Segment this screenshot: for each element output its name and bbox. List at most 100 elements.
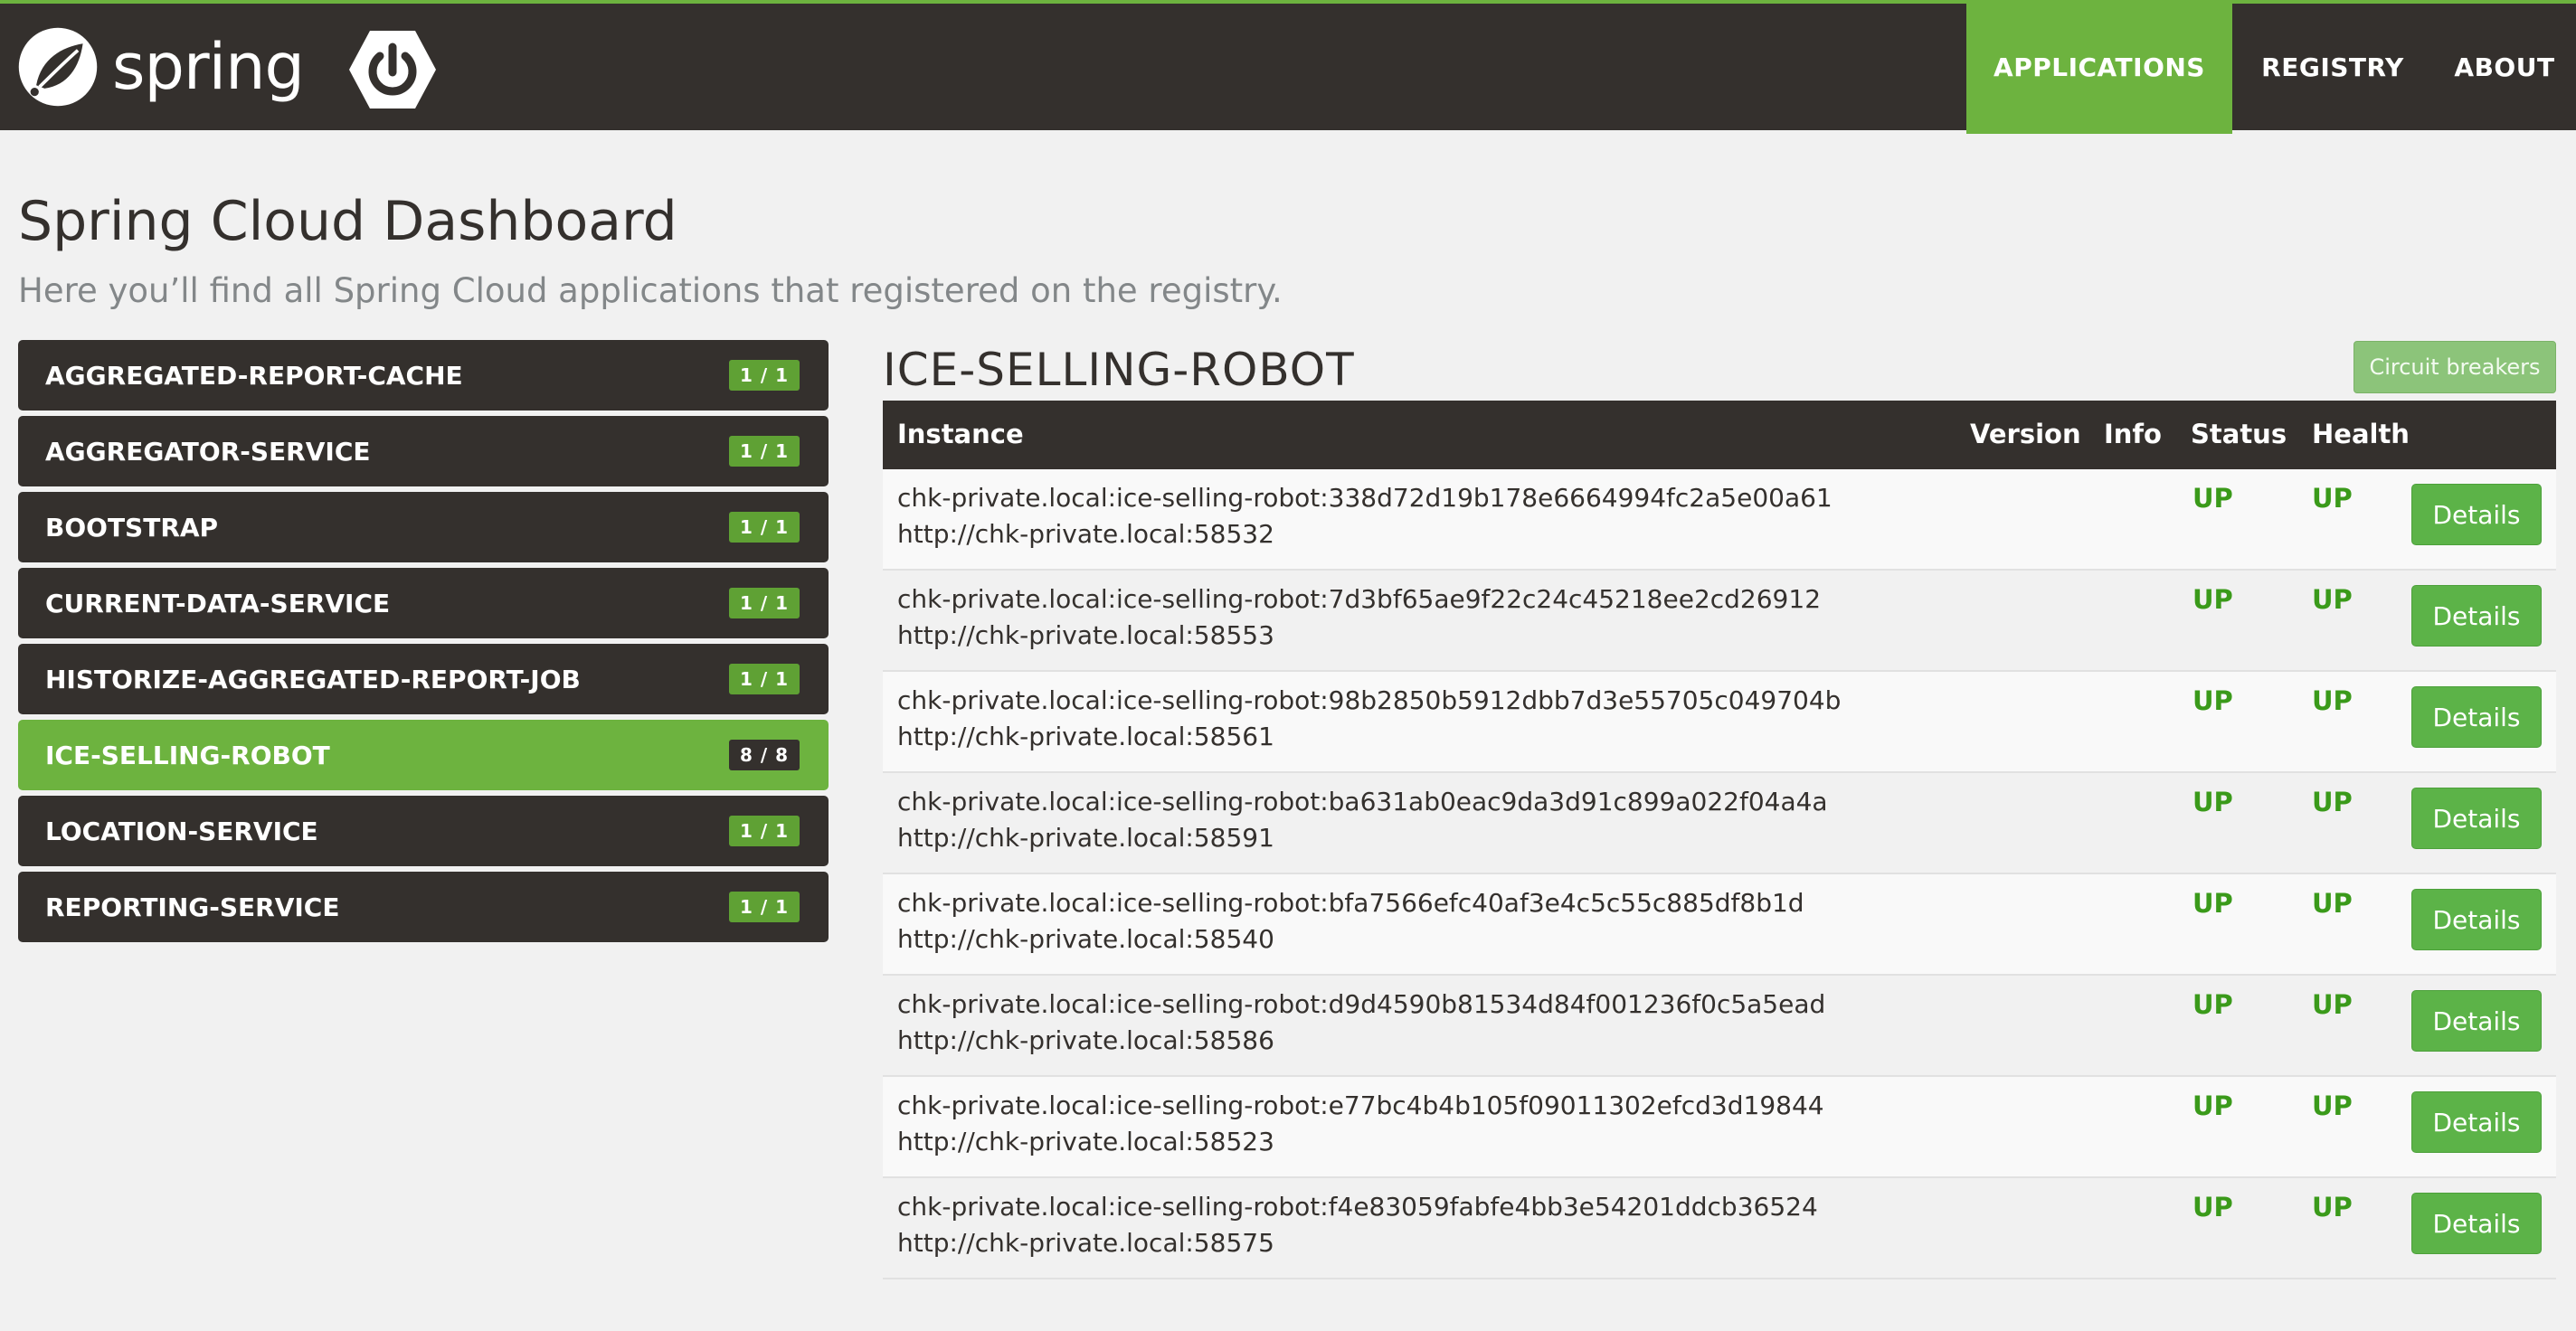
instance-count-badge: 1 / 1 xyxy=(728,360,800,391)
status-value: UP xyxy=(2192,888,2233,919)
app-item-reporting-service[interactable]: REPORTING-SERVICE 1 / 1 xyxy=(18,872,829,942)
instance-url: http://chk-private.local:58591 xyxy=(897,823,1274,853)
instance-id: chk-private.local:ice-selling-robot:ba63… xyxy=(897,787,1828,817)
instance-cell: chk-private.local:ice-selling-robot:e77b… xyxy=(897,1088,1824,1160)
instance-count-badge: 1 / 1 xyxy=(728,512,800,543)
instance-count-badge: 1 / 1 xyxy=(728,892,800,922)
instance-id: chk-private.local:ice-selling-robot:f4e8… xyxy=(897,1192,1818,1222)
status-value: UP xyxy=(2192,989,2233,1020)
health-value: UP xyxy=(2312,483,2353,514)
app-item-bootstrap[interactable]: BOOTSTRAP 1 / 1 xyxy=(18,492,829,562)
status-value: UP xyxy=(2192,1090,2233,1121)
instance-cell: chk-private.local:ice-selling-robot:338d… xyxy=(897,480,1833,552)
instance-cell: chk-private.local:ice-selling-robot:d9d4… xyxy=(897,986,1825,1059)
details-button[interactable]: Details xyxy=(2411,686,2542,748)
app-name: BOOTSTRAP xyxy=(45,512,219,543)
column-info: Info xyxy=(2104,419,2162,449)
app-item-aggregated-report-cache[interactable]: AGGREGATED-REPORT-CACHE 1 / 1 xyxy=(18,340,829,411)
instance-count-badge: 1 / 1 xyxy=(728,664,800,694)
app-item-current-data-service[interactable]: CURRENT-DATA-SERVICE 1 / 1 xyxy=(18,568,829,638)
power-icon[interactable] xyxy=(347,29,438,110)
instance-id: chk-private.local:ice-selling-robot:338d… xyxy=(897,483,1833,513)
brand-text: spring xyxy=(112,30,305,104)
instance-cell: chk-private.local:ice-selling-robot:bfa7… xyxy=(897,885,1804,958)
instance-count-badge: 1 / 1 xyxy=(728,588,800,618)
spring-leaf-icon xyxy=(18,27,98,107)
brand-logo[interactable]: spring xyxy=(16,25,305,109)
instance-id: chk-private.local:ice-selling-robot:bfa7… xyxy=(897,888,1804,918)
column-instance: Instance xyxy=(897,419,1024,449)
instance-id: chk-private.local:ice-selling-robot:d9d4… xyxy=(897,989,1826,1019)
instance-url: http://chk-private.local:58561 xyxy=(897,722,1274,751)
app-item-location-service[interactable]: LOCATION-SERVICE 1 / 1 xyxy=(18,796,829,866)
table-row: chk-private.local:ice-selling-robot:f4e8… xyxy=(883,1178,2556,1279)
details-button[interactable]: Details xyxy=(2411,788,2542,849)
instance-cell: chk-private.local:ice-selling-robot:98b2… xyxy=(897,683,1841,755)
details-button[interactable]: Details xyxy=(2411,1193,2542,1254)
status-value: UP xyxy=(2192,483,2233,514)
health-value: UP xyxy=(2312,888,2353,919)
app-name: ICE-SELLING-ROBOT xyxy=(45,740,330,770)
table-header: Instance Version Info Status Health xyxy=(883,401,2556,469)
app-name: AGGREGATED-REPORT-CACHE xyxy=(45,360,463,391)
table-row: chk-private.local:ice-selling-robot:d9d4… xyxy=(883,976,2556,1077)
status-value: UP xyxy=(2192,584,2233,615)
instance-url: http://chk-private.local:58553 xyxy=(897,620,1274,650)
table-row: chk-private.local:ice-selling-robot:e77b… xyxy=(883,1077,2556,1178)
health-value: UP xyxy=(2312,685,2353,716)
column-status: Status xyxy=(2191,419,2287,449)
page-subtitle: Here you’ll find all Spring Cloud applic… xyxy=(18,271,1283,310)
table-row: chk-private.local:ice-selling-robot:ba63… xyxy=(883,773,2556,874)
status-value: UP xyxy=(2192,1192,2233,1222)
instance-id: chk-private.local:ice-selling-robot:7d3b… xyxy=(897,584,1822,614)
table-row: chk-private.local:ice-selling-robot:98b2… xyxy=(883,672,2556,773)
page-title: Spring Cloud Dashboard xyxy=(18,190,677,253)
instance-cell: chk-private.local:ice-selling-robot:ba63… xyxy=(897,784,1828,856)
app-name: CURRENT-DATA-SERVICE xyxy=(45,588,391,618)
column-health: Health xyxy=(2312,419,2410,449)
nav-about[interactable]: ABOUT xyxy=(2433,0,2576,134)
instance-id: chk-private.local:ice-selling-robot:98b2… xyxy=(897,685,1842,715)
instance-count-badge: 8 / 8 xyxy=(728,740,800,770)
instance-url: http://chk-private.local:58586 xyxy=(897,1025,1274,1055)
instance-url: http://chk-private.local:58575 xyxy=(897,1228,1274,1258)
instances-table: Instance Version Info Status Health chk-… xyxy=(883,401,2556,1279)
app-item-historize-aggregated-report-job[interactable]: HISTORIZE-AGGREGATED-REPORT-JOB 1 / 1 xyxy=(18,644,829,714)
nav-registry[interactable]: REGISTRY xyxy=(2232,0,2433,134)
app-item-ice-selling-robot[interactable]: ICE-SELLING-ROBOT 8 / 8 xyxy=(18,720,829,790)
health-value: UP xyxy=(2312,1192,2353,1222)
table-row: chk-private.local:ice-selling-robot:7d3b… xyxy=(883,571,2556,672)
applications-list: AGGREGATED-REPORT-CACHE 1 / 1 AGGREGATOR… xyxy=(18,340,829,948)
app-item-aggregator-service[interactable]: AGGREGATOR-SERVICE 1 / 1 xyxy=(18,416,829,486)
instance-url: http://chk-private.local:58540 xyxy=(897,924,1274,954)
details-button[interactable]: Details xyxy=(2411,585,2542,647)
instance-url: http://chk-private.local:58523 xyxy=(897,1127,1274,1156)
health-value: UP xyxy=(2312,787,2353,817)
instance-count-badge: 1 / 1 xyxy=(728,816,800,846)
status-value: UP xyxy=(2192,685,2233,716)
health-value: UP xyxy=(2312,584,2353,615)
health-value: UP xyxy=(2312,1090,2353,1121)
instance-url: http://chk-private.local:58532 xyxy=(897,519,1274,549)
column-version: Version xyxy=(1970,419,2081,449)
health-value: UP xyxy=(2312,989,2353,1020)
app-name: LOCATION-SERVICE xyxy=(45,816,318,846)
table-row: chk-private.local:ice-selling-robot:bfa7… xyxy=(883,874,2556,976)
instance-count-badge: 1 / 1 xyxy=(728,436,800,467)
app-name: HISTORIZE-AGGREGATED-REPORT-JOB xyxy=(45,664,581,694)
details-button[interactable]: Details xyxy=(2411,484,2542,545)
circuit-breakers-button[interactable]: Circuit breakers xyxy=(2353,341,2556,393)
instance-cell: chk-private.local:ice-selling-robot:f4e8… xyxy=(897,1189,1818,1261)
instance-cell: chk-private.local:ice-selling-robot:7d3b… xyxy=(897,581,1821,654)
table-row: chk-private.local:ice-selling-robot:338d… xyxy=(883,469,2556,571)
app-name: AGGREGATOR-SERVICE xyxy=(45,436,371,467)
nav-applications[interactable]: APPLICATIONS xyxy=(1966,0,2232,134)
navbar: spring APPLICATIONS REGISTRY ABOUT xyxy=(0,0,2576,134)
selected-app-title: ICE-SELLING-ROBOT xyxy=(883,344,1355,396)
instance-id: chk-private.local:ice-selling-robot:e77b… xyxy=(897,1090,1824,1120)
app-name: REPORTING-SERVICE xyxy=(45,892,340,922)
details-button[interactable]: Details xyxy=(2411,990,2542,1052)
status-value: UP xyxy=(2192,787,2233,817)
details-button[interactable]: Details xyxy=(2411,1091,2542,1153)
details-button[interactable]: Details xyxy=(2411,889,2542,950)
